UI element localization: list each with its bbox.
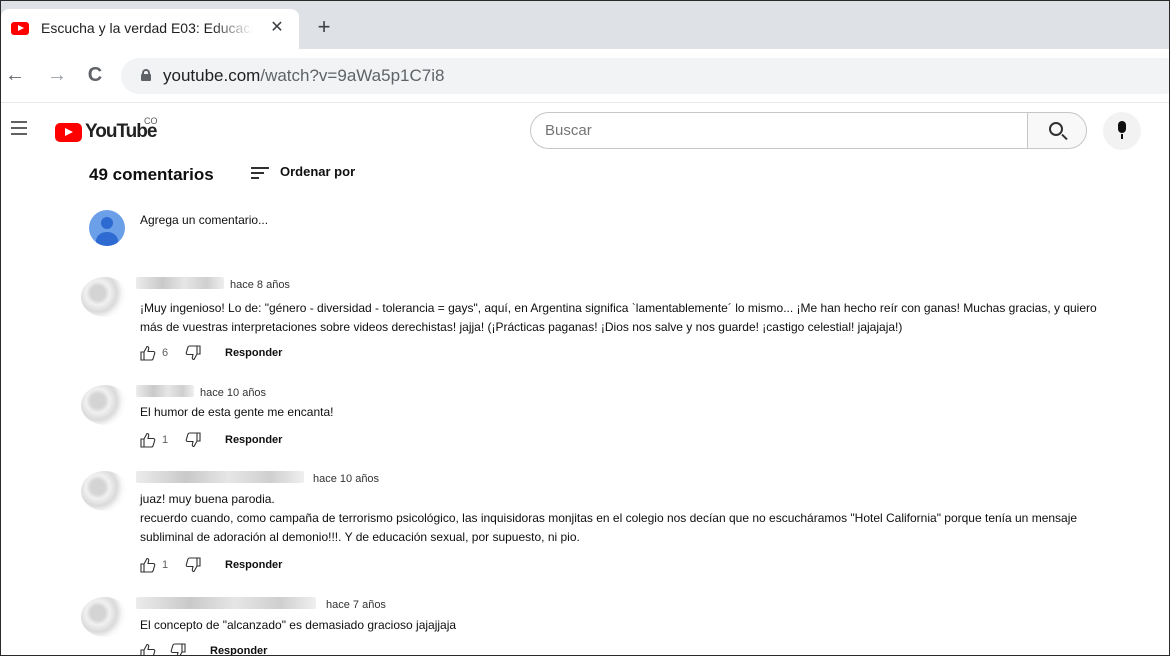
comment-actions: Responder: [140, 643, 540, 656]
comment-timestamp[interactable]: hace 10 años: [313, 473, 379, 485]
comment-timestamp[interactable]: hace 8 años: [230, 279, 290, 291]
comment-author[interactable]: [136, 385, 194, 397]
reply-button[interactable]: Responder: [225, 434, 282, 446]
youtube-play-icon: [55, 123, 82, 142]
hamburger-icon[interactable]: [11, 121, 27, 135]
country-code: CO: [144, 116, 158, 126]
sort-icon[interactable]: [251, 167, 269, 179]
tab-strip: Escucha y la verdad E03: Educación ✕ +: [1, 1, 1169, 49]
arrow-right-icon[interactable]: →: [45, 63, 69, 87]
thumbs-down-icon[interactable]: [185, 432, 201, 448]
tab-title: Escucha y la verdad E03: Educación: [41, 20, 253, 36]
avatar[interactable]: [81, 385, 129, 425]
avatar[interactable]: [81, 597, 129, 637]
voice-search-button[interactable]: [1103, 112, 1141, 150]
avatar[interactable]: [81, 277, 129, 317]
lock-icon[interactable]: [141, 69, 151, 81]
comment-timestamp[interactable]: hace 7 años: [326, 599, 386, 611]
thumbs-up-icon[interactable]: [140, 432, 156, 448]
sort-button[interactable]: Ordenar por: [280, 164, 355, 179]
avatar[interactable]: [81, 471, 129, 511]
comment-text: juaz! muy buena parodia. recuerdo cuando…: [140, 492, 1078, 544]
youtube-header: YouTube CO: [1, 104, 1169, 156]
comment-actions: 6 Responder: [140, 345, 540, 365]
search-button[interactable]: [1027, 112, 1087, 149]
thumbs-down-icon[interactable]: [170, 643, 186, 656]
arrow-left-icon[interactable]: ←: [3, 63, 27, 87]
comment-text: El humor de esta gente me encanta!: [140, 405, 334, 419]
thumbs-down-icon[interactable]: [185, 557, 201, 573]
add-comment-input[interactable]: Agrega un comentario...: [140, 213, 268, 227]
comment-author[interactable]: [136, 471, 304, 483]
microphone-icon: [1118, 121, 1126, 133]
thumbs-down-icon[interactable]: [185, 345, 201, 361]
comment-actions: 1 Responder: [140, 557, 540, 577]
comment-author[interactable]: [136, 597, 316, 609]
url-text[interactable]: youtube.com/watch?v=9aWa5p1C7i8: [163, 66, 444, 86]
youtube-favicon-icon: [11, 22, 29, 35]
like-count: 1: [162, 559, 169, 571]
thumbs-up-icon[interactable]: [140, 345, 156, 361]
new-tab-button[interactable]: +: [311, 15, 337, 41]
thumbs-up-icon[interactable]: [140, 643, 156, 656]
youtube-logo[interactable]: YouTube CO: [55, 116, 165, 143]
comment-actions: 1 Responder: [140, 432, 540, 452]
comment-author[interactable]: [136, 277, 224, 289]
like-count: 1: [162, 434, 169, 446]
reply-button[interactable]: Responder: [225, 559, 282, 571]
thumbs-up-icon[interactable]: [140, 557, 156, 573]
avatar[interactable]: [89, 210, 125, 246]
browser-tab[interactable]: Escucha y la verdad E03: Educación ✕: [1, 9, 299, 49]
reload-icon[interactable]: C: [83, 63, 107, 87]
comment-text: El concepto de "alcanzado" es demasiado …: [140, 618, 457, 632]
comment-timestamp[interactable]: hace 10 años: [200, 387, 266, 399]
search-input[interactable]: [545, 122, 985, 139]
close-icon[interactable]: ✕: [266, 17, 288, 39]
search-icon: [1049, 122, 1063, 136]
comments-count: 49 comentarios: [89, 165, 214, 184]
like-count: 6: [162, 347, 169, 359]
comment-text: ¡Muy ingenioso! Lo de: "género - diversi…: [140, 301, 1097, 334]
search-box: [530, 112, 1028, 149]
reply-button[interactable]: Responder: [210, 645, 267, 655]
reply-button[interactable]: Responder: [225, 347, 282, 359]
address-bar[interactable]: youtube.com/watch?v=9aWa5p1C7i8: [121, 58, 1169, 94]
browser-toolbar: ← → C youtube.com/watch?v=9aWa5p1C7i8: [1, 49, 1169, 103]
browser-window: Escucha y la verdad E03: Educación ✕ + ←…: [0, 0, 1170, 656]
